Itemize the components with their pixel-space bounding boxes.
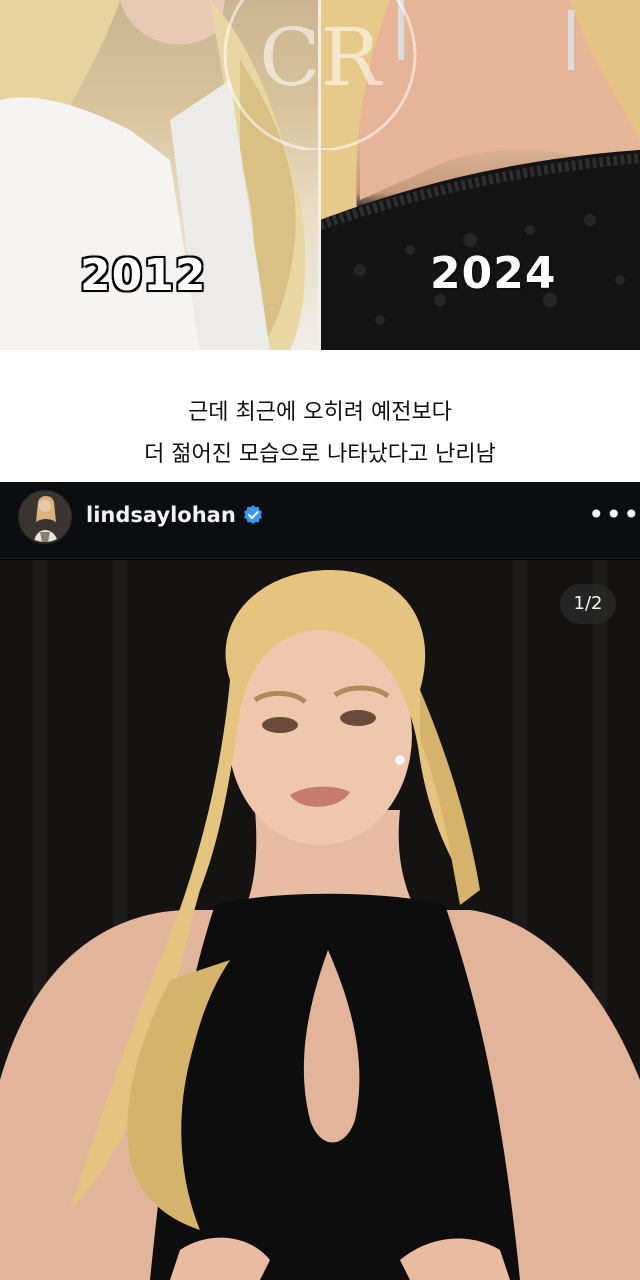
more-options-icon[interactable]: ••• [588,498,640,531]
post-photo[interactable]: 1/2 [0,560,640,1280]
instagram-post: lindsaylohan ••• 1/2 [0,482,640,1280]
post-photo-illustration [0,560,640,1280]
image-counter: 1/2 [560,584,616,624]
post-username[interactable]: lindsaylohan [86,503,236,527]
year-label-2012: 2012 [80,250,207,301]
caption-block: 근데 최근에 오히려 예전보다 더 젊어진 모습으로 나타났다고 난리남 [0,350,640,482]
post-header: lindsaylohan ••• [0,482,640,559]
svg-text:CR: CR [259,11,383,104]
year-label-2024: 2024 [430,248,557,299]
watermark-logo: CR [223,0,417,150]
avatar-image [20,492,70,542]
comparison-image: CR 2012 2024 [0,0,640,350]
avatar[interactable] [18,490,72,544]
caption-line-1: 근데 최근에 오히려 예전보다 [188,400,452,425]
caption-line-2: 더 젊어진 모습으로 나타났다고 난리남 [144,442,496,467]
verified-badge-icon [244,505,262,525]
